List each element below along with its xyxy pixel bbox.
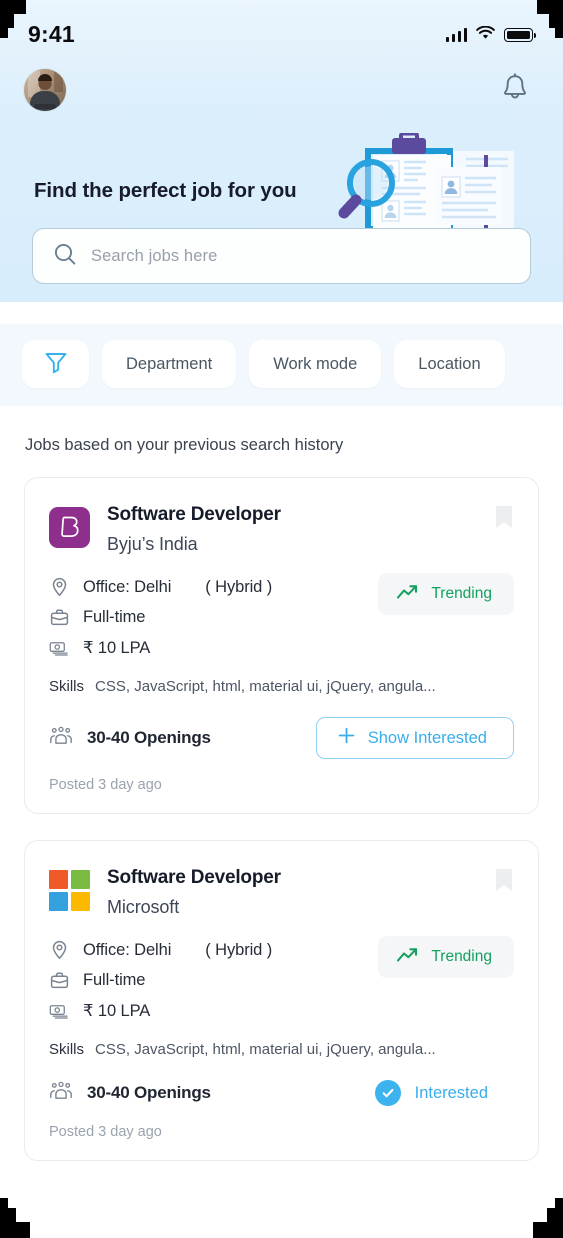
filter-chip-location[interactable]: Location xyxy=(394,340,505,388)
people-group-icon xyxy=(49,726,73,751)
job-list: Jobs based on your previous search histo… xyxy=(0,406,563,1161)
openings-count: 30-40 Openings xyxy=(87,1083,211,1102)
job-salary-row: ₹ 10 LPA xyxy=(49,638,514,658)
company-name: Byju’s India xyxy=(107,534,198,554)
hero-filter-divider xyxy=(0,302,563,324)
company-name: Microsoft xyxy=(107,897,180,917)
interested-state-button[interactable]: Interested xyxy=(374,1080,514,1106)
search-icon xyxy=(53,242,77,271)
job-work-mode: ( Hybrid ) xyxy=(205,940,273,959)
status-badge: Trending xyxy=(378,573,514,615)
bookmark-icon[interactable] xyxy=(494,867,514,898)
check-circle-icon xyxy=(374,1080,401,1106)
job-salary: ₹ 10 LPA xyxy=(83,1002,151,1020)
section-heading: Jobs based on your previous search histo… xyxy=(25,436,344,454)
money-icon xyxy=(49,1003,69,1020)
location-pin-icon xyxy=(49,577,69,597)
job-meta: Trending Office: Delhi ( Hybrid ) Full-t… xyxy=(49,936,514,1021)
interested-label: Interested xyxy=(414,1083,488,1102)
skills-list: CSS, JavaScript, html, material ui, jQue… xyxy=(95,678,436,695)
trending-up-icon xyxy=(396,584,420,605)
cellular-signal-icon xyxy=(445,28,467,42)
search-placeholder-text: Search jobs here xyxy=(91,246,218,265)
job-card-identity: Software Developer Microsoft xyxy=(107,867,281,918)
bell-icon xyxy=(500,72,530,109)
filter-chip-department[interactable]: Department xyxy=(102,340,237,388)
status-badge-label: Trending xyxy=(431,585,492,602)
job-search-clipboard-illustration xyxy=(338,131,523,232)
battery-icon xyxy=(504,28,537,42)
skills-list: CSS, JavaScript, html, material ui, jQue… xyxy=(95,1041,436,1058)
filter-toggle-button[interactable] xyxy=(22,340,89,388)
job-title: Software Developer xyxy=(107,867,281,888)
status-bar: 9:41 xyxy=(0,0,563,62)
job-location: Office: Delhi xyxy=(83,577,172,596)
job-card-footer: 30-40 Openings Interested xyxy=(49,1080,514,1106)
byjus-logo xyxy=(49,507,90,548)
job-card-identity: Software Developer Byju’s India xyxy=(107,504,281,555)
money-icon xyxy=(49,640,69,657)
openings-group: 30-40 Openings xyxy=(49,726,211,751)
status-bar-icons xyxy=(445,25,537,45)
job-card[interactable]: Software Developer Microsoft Trending Of… xyxy=(24,840,539,1161)
notification-bell-button[interactable] xyxy=(495,70,535,110)
job-card-header: Software Developer Byju’s India xyxy=(49,504,514,555)
phone-screen: 9:41 Find the perfect job for you Search… xyxy=(0,0,563,1238)
filter-chip-work-mode[interactable]: Work mode xyxy=(249,340,382,388)
people-group-icon xyxy=(49,1081,73,1106)
hero-section: 9:41 Find the perfect job for you Search… xyxy=(0,0,563,302)
funnel-filter-icon xyxy=(42,348,70,381)
job-work-mode: ( Hybrid ) xyxy=(205,577,273,596)
wifi-icon xyxy=(476,25,495,45)
location-pin-icon xyxy=(49,940,69,960)
job-employment-type: Full-time xyxy=(83,608,146,626)
search-input[interactable]: Search jobs here xyxy=(32,228,531,284)
briefcase-icon xyxy=(49,608,69,627)
job-meta: Trending Office: Delhi ( Hybrid ) Full-t… xyxy=(49,573,514,658)
briefcase-icon xyxy=(49,971,69,990)
avatar[interactable] xyxy=(24,69,66,111)
posted-date: Posted 3 day ago xyxy=(49,1124,162,1140)
job-salary: ₹ 10 LPA xyxy=(83,639,151,657)
filter-bar: Department Work mode Location xyxy=(0,324,563,406)
job-card-header: Software Developer Microsoft xyxy=(49,867,514,918)
status-badge-label: Trending xyxy=(431,948,492,965)
skills-label: Skills xyxy=(49,678,85,695)
status-badge: Trending xyxy=(378,936,514,978)
job-card[interactable]: Software Developer Byju’s India Trending xyxy=(24,477,539,814)
job-card-footer: 30-40 Openings Show Interested xyxy=(49,717,514,759)
job-salary-row: ₹ 10 LPA xyxy=(49,1001,514,1021)
openings-group: 30-40 Openings xyxy=(49,1081,211,1106)
openings-count: 30-40 Openings xyxy=(87,728,211,747)
job-employment-type: Full-time xyxy=(83,971,146,989)
status-bar-time: 9:41 xyxy=(28,20,75,47)
profile-row xyxy=(0,62,563,118)
trending-up-icon xyxy=(396,947,420,968)
bookmark-icon[interactable] xyxy=(494,504,514,535)
microsoft-logo xyxy=(49,870,90,911)
plus-icon xyxy=(337,726,356,750)
posted-date: Posted 3 day ago xyxy=(49,777,162,793)
job-location: Office: Delhi xyxy=(83,940,172,959)
skills-label: Skills xyxy=(49,1041,85,1058)
page-title: Find the perfect job for you xyxy=(34,179,297,202)
show-interested-button[interactable]: Show Interested xyxy=(315,717,514,759)
job-skills: Skills CSS, JavaScript, html, material u… xyxy=(49,678,514,695)
job-title: Software Developer xyxy=(107,504,281,525)
job-skills: Skills CSS, JavaScript, html, material u… xyxy=(49,1041,514,1058)
show-interested-label: Show Interested xyxy=(367,728,487,747)
